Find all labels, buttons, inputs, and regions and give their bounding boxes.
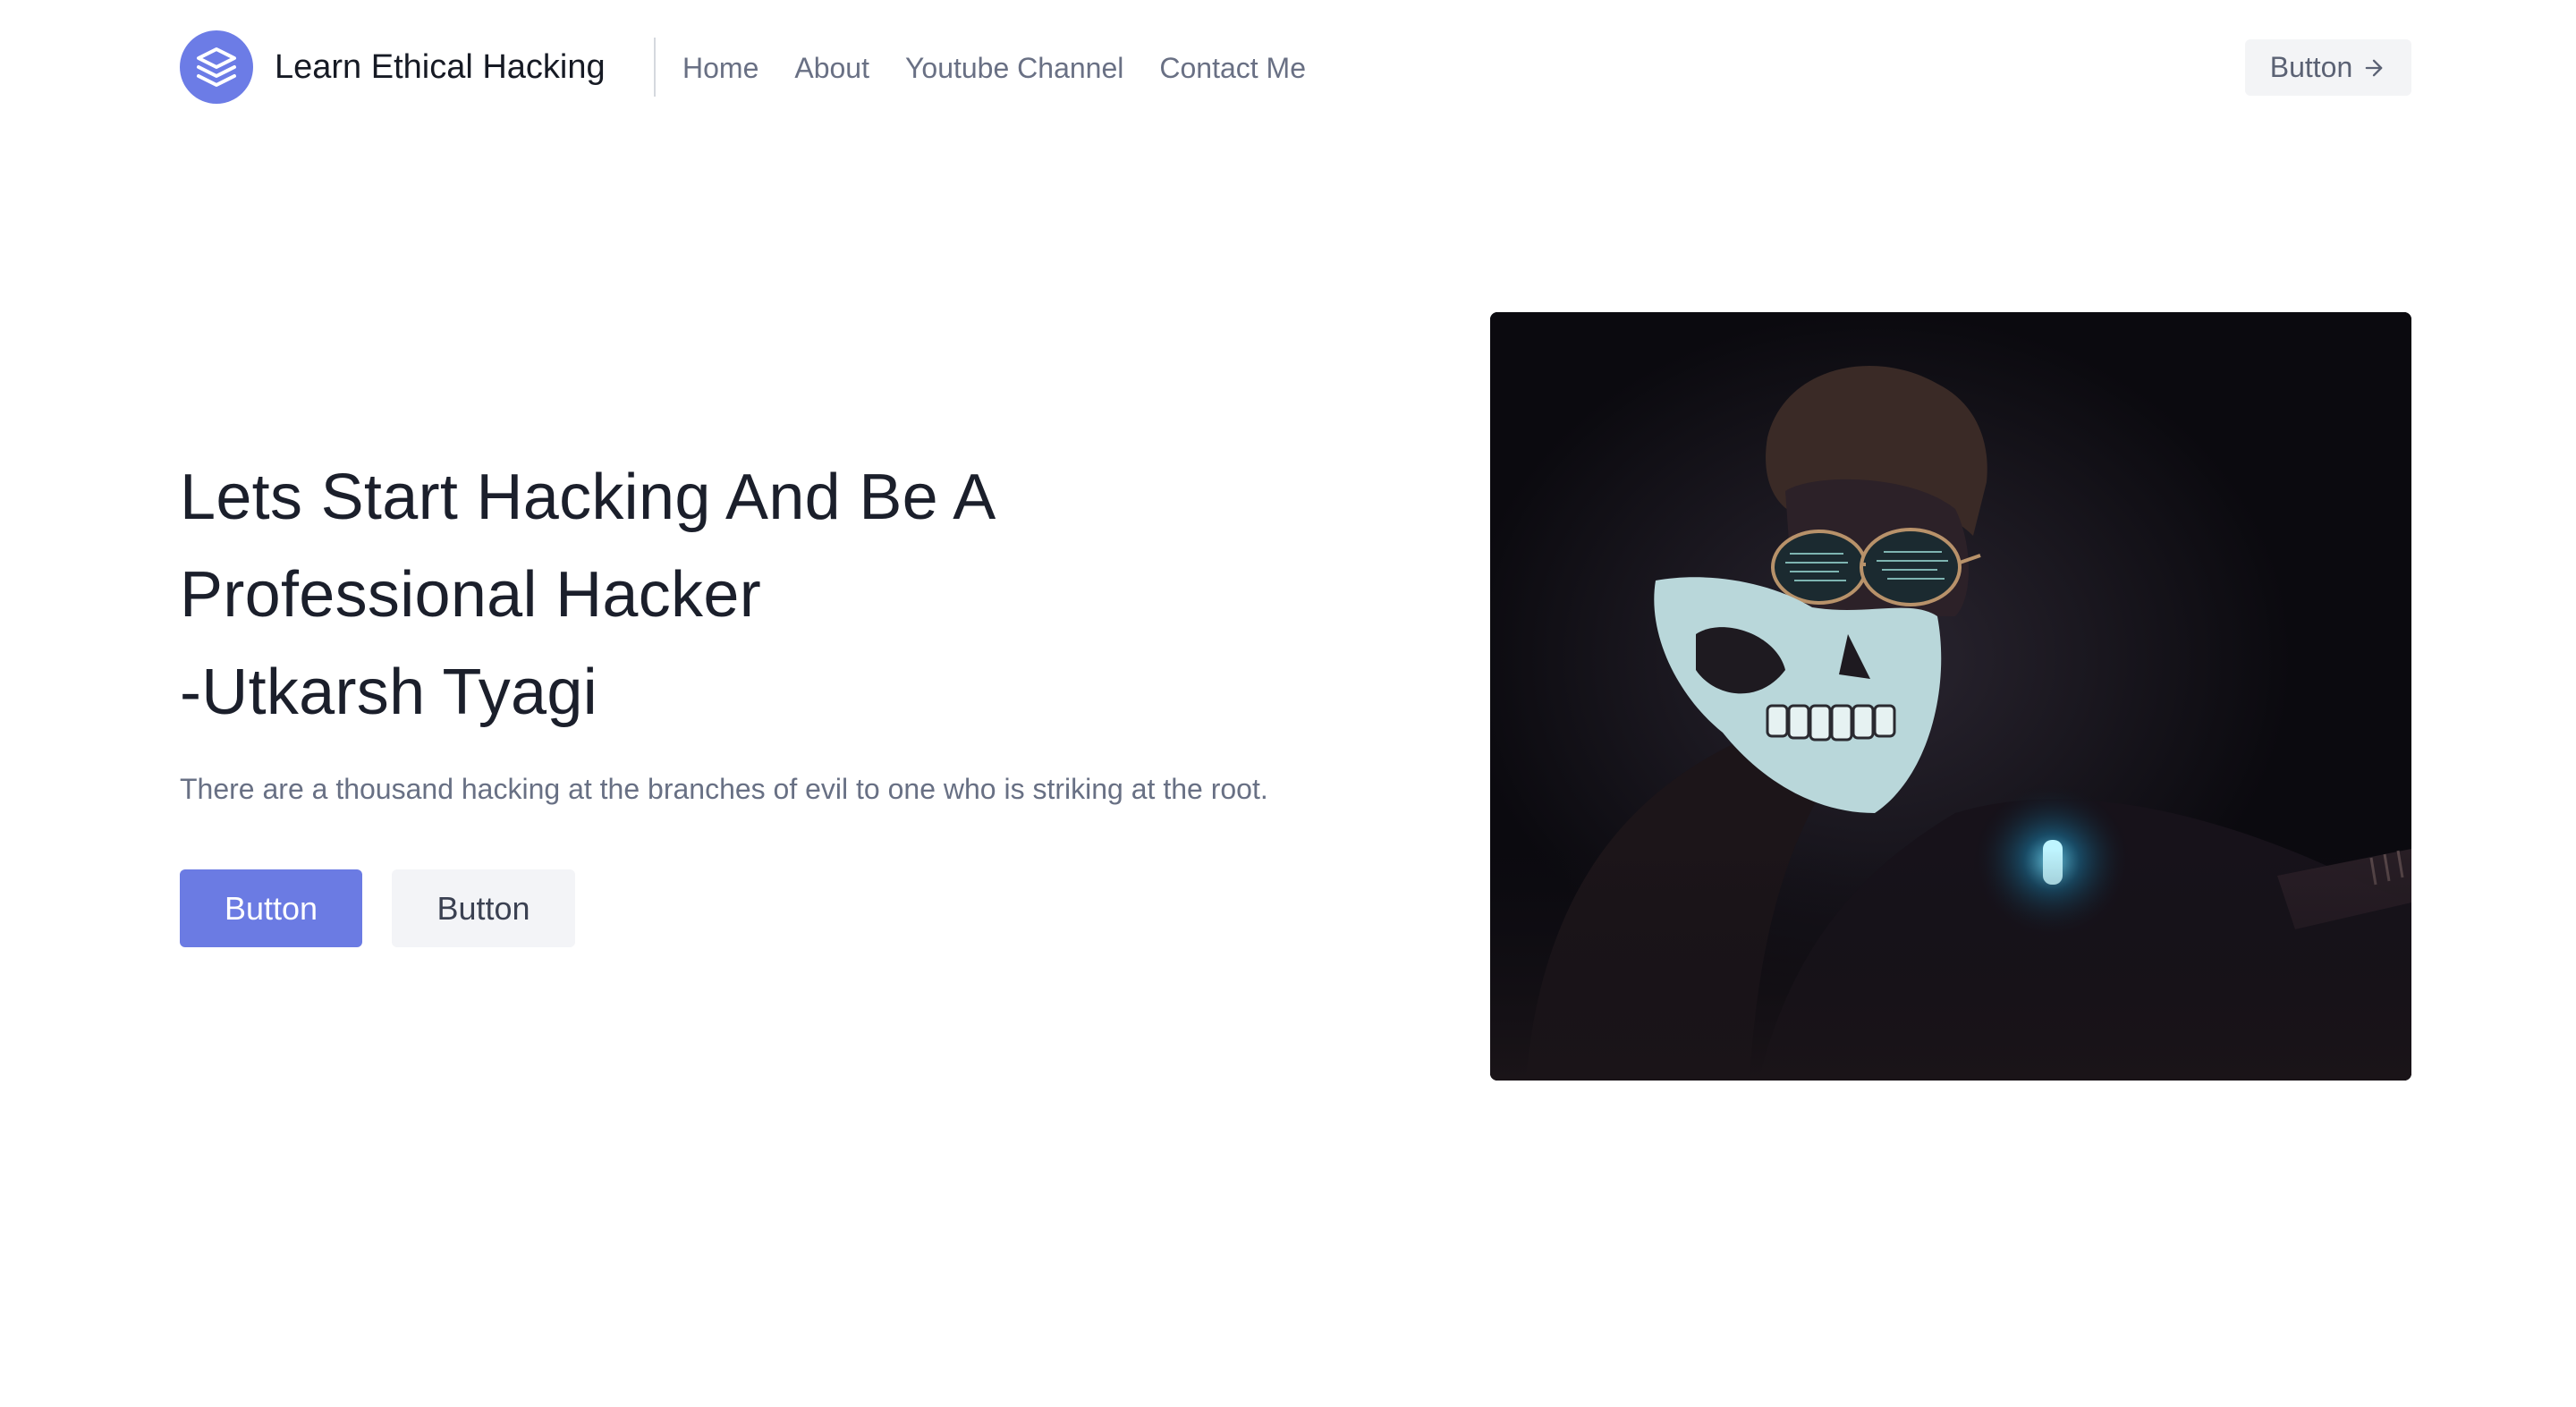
main-nav: Home About Youtube Channel Contact Me (682, 47, 1306, 89)
stack-layers-icon (180, 30, 253, 104)
nav-link-contact-me[interactable]: Contact Me (1159, 52, 1306, 85)
nav-link-home[interactable]: Home (682, 52, 758, 85)
hero-tagline: There are a thousand hacking at the bran… (180, 773, 1268, 805)
hero-image (1490, 312, 2411, 1081)
header-cta-label: Button (2269, 51, 2353, 83)
nav-link-youtube-channel[interactable]: Youtube Channel (905, 52, 1123, 85)
hero-primary-button[interactable]: Button (180, 869, 362, 947)
header-cta-button[interactable]: Button (2245, 39, 2411, 96)
hero-heading: Lets Start Hacking And Be A Professional… (180, 449, 996, 742)
header-divider (654, 38, 656, 97)
brand-title: Learn Ethical Hacking (275, 47, 606, 86)
arrow-right-icon (2365, 59, 2383, 76)
hero-button-group: Button Button (180, 869, 575, 947)
hero-heading-line: Professional Hacker (180, 559, 761, 631)
site-header: Learn Ethical Hacking Home About Youtube… (0, 0, 2576, 134)
hero-heading-author: -Utkarsh Tyagi (180, 657, 598, 728)
brand-link[interactable]: Learn Ethical Hacking (180, 30, 606, 104)
hero-secondary-button[interactable]: Button (392, 869, 575, 947)
hacker-in-skull-mask-photo (1490, 312, 2411, 1081)
hero-heading-line: Lets Start Hacking And Be A (180, 462, 996, 533)
nav-link-about[interactable]: About (794, 52, 869, 85)
